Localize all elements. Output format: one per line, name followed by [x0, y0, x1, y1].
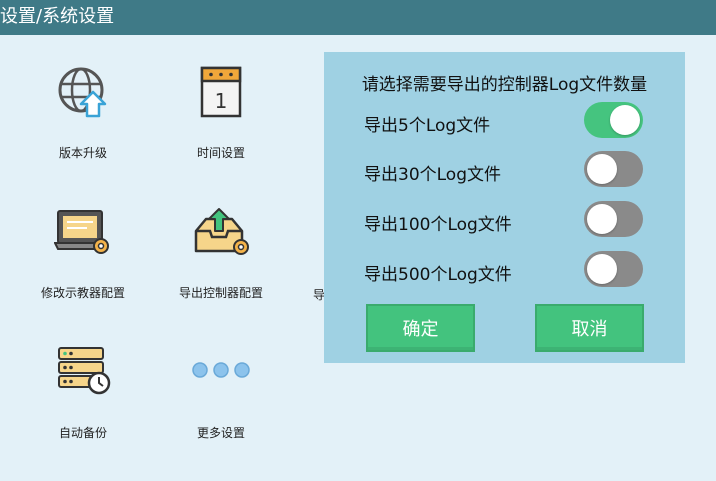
toggle-knob [587, 204, 617, 234]
tile-label: 版本升级 [58, 146, 107, 160]
option-label: 导出30个Log文件 [364, 165, 501, 185]
option-row-30: 导出30个Log文件 [324, 149, 685, 189]
tile-export-controller-config[interactable]: 导出控制器配置 [156, 202, 286, 322]
toggle-knob [587, 254, 617, 284]
calendar-icon: 1 [191, 62, 251, 122]
option-label: 导出5个Log文件 [364, 116, 491, 136]
export-log-dialog: 请选择需要导出的控制器Log文件数量 导出5个Log文件 导出30个Log文件 … [324, 52, 685, 363]
tile-auto-backup[interactable]: 自动备份 [18, 340, 148, 460]
cancel-button[interactable]: 取消 [535, 304, 644, 352]
option-toggle-500[interactable] [584, 251, 643, 287]
page-title: 设置/系统设置 [0, 6, 115, 27]
option-toggle-100[interactable] [584, 201, 643, 237]
tile-time-settings[interactable]: 1 时间设置 [156, 62, 286, 182]
tile-label: 导出控制器配置 [178, 286, 263, 300]
confirm-button[interactable]: 确定 [366, 304, 475, 352]
svg-text:1: 1 [215, 89, 228, 113]
dialog-title: 请选择需要导出的控制器Log文件数量 [361, 75, 648, 95]
option-label: 导出500个Log文件 [364, 265, 512, 285]
tile-more-settings[interactable]: 更多设置 [156, 340, 286, 460]
toggle-knob [610, 105, 640, 135]
option-row-100: 导出100个Log文件 [324, 199, 685, 239]
option-row-5: 导出5个Log文件 [324, 100, 685, 140]
tile-label: 修改示教器配置 [40, 286, 125, 300]
server-clock-icon [53, 340, 113, 400]
laptop-settings-icon [53, 202, 113, 262]
more-dots-icon [191, 340, 251, 400]
tile-pendant-config[interactable]: 修改示教器配置 [18, 202, 148, 322]
option-label: 导出100个Log文件 [364, 215, 512, 235]
tile-label: 更多设置 [196, 426, 245, 440]
toggle-knob [587, 154, 617, 184]
option-row-500: 导出500个Log文件 [324, 249, 685, 289]
globe-upload-icon [53, 62, 113, 122]
tile-version-upgrade[interactable]: 版本升级 [18, 62, 148, 182]
tile-label: 时间设置 [196, 146, 245, 160]
option-toggle-5[interactable] [584, 102, 643, 138]
export-tray-icon [191, 202, 251, 262]
title-bar: 设置/系统设置 [0, 0, 716, 35]
option-toggle-30[interactable] [584, 151, 643, 187]
tile-label: 自动备份 [58, 426, 107, 440]
